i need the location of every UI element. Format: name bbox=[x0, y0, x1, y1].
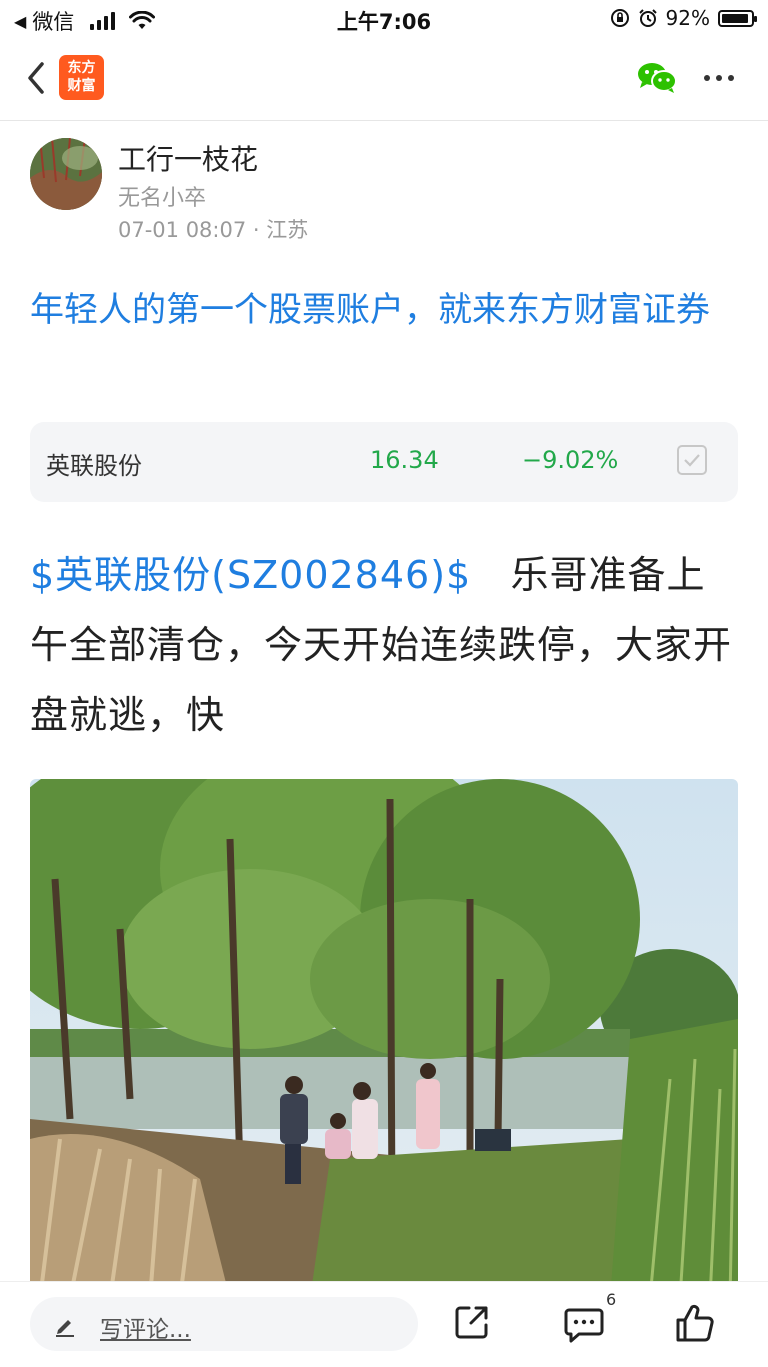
post-body: $英联股份(SZ002846)$ 乐哥准备上午全部清仓，今天开始连续跌停，大家开… bbox=[30, 540, 742, 750]
post-text-gap bbox=[471, 553, 510, 597]
comment-icon[interactable] bbox=[563, 1304, 605, 1344]
post-meta: 07-01 08:07 · 江苏 bbox=[118, 218, 309, 242]
wechat-icon[interactable] bbox=[636, 60, 678, 94]
stock-name: 英联股份 bbox=[46, 452, 142, 480]
like-icon[interactable] bbox=[674, 1302, 716, 1344]
add-watchlist-checkbox[interactable] bbox=[677, 445, 707, 475]
logo-line-2: 财富 bbox=[67, 78, 96, 94]
more-icon[interactable] bbox=[704, 68, 738, 88]
stock-price: 16.34 bbox=[370, 446, 439, 474]
promo-headline-link[interactable]: 年轻人的第一个股票账户，就来东方财富证券 bbox=[30, 282, 742, 338]
back-icon[interactable] bbox=[22, 58, 52, 98]
pencil-icon bbox=[56, 1320, 74, 1337]
lakeside-trees-photo bbox=[30, 779, 738, 1299]
avatar[interactable] bbox=[30, 138, 102, 210]
alarm-icon bbox=[638, 9, 657, 27]
check-icon bbox=[684, 454, 700, 467]
comment-count: 6 bbox=[606, 1290, 617, 1309]
author-tag: 无名小卒 bbox=[118, 186, 207, 211]
post-image[interactable] bbox=[30, 779, 738, 1299]
author-name[interactable]: 工行一枝花 bbox=[118, 138, 258, 178]
logo-line-1: 东方 bbox=[67, 60, 96, 76]
stock-mention-link[interactable]: $英联股份(SZ002846)$ bbox=[30, 553, 471, 597]
stock-change: −9.02% bbox=[522, 446, 619, 474]
battery-icon bbox=[718, 9, 757, 27]
status-bar-right: 92% bbox=[610, 6, 757, 30]
nav-bar: 东方 财富 bbox=[0, 40, 768, 121]
status-bar: ◀ 微信 上午7:06 92% bbox=[0, 0, 768, 40]
share-icon[interactable] bbox=[452, 1302, 492, 1342]
battery-percent: 92% bbox=[665, 6, 710, 30]
eastmoney-logo[interactable]: 东方 财富 bbox=[59, 55, 104, 100]
avatar-image bbox=[30, 138, 102, 210]
orientation-lock-icon bbox=[610, 9, 629, 27]
comment-placeholder[interactable]: 写评论... bbox=[100, 1310, 191, 1344]
bottom-action-bar: 写评论... 6 bbox=[0, 1281, 768, 1367]
stock-card[interactable]: 英联股份 16.34 −9.02% bbox=[30, 422, 738, 502]
comment-input[interactable]: 写评论... bbox=[30, 1297, 418, 1351]
